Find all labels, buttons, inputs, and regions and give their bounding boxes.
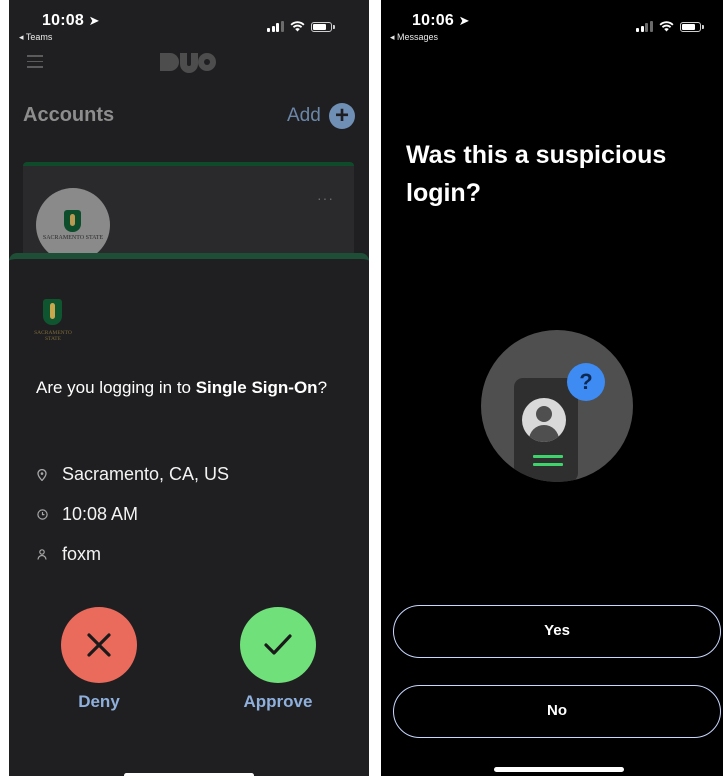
application-name: Single Sign-On	[195, 378, 318, 397]
wifi-icon	[290, 21, 304, 32]
approve-label[interactable]: Approve	[233, 692, 323, 712]
add-account-link[interactable]: Add	[287, 105, 321, 127]
duo-logo	[160, 53, 216, 73]
sac-state-logo: SACRAMENTO STATE	[34, 299, 72, 354]
time-text: 10:08 AM	[62, 504, 139, 524]
cellular-signal-icon	[636, 21, 653, 32]
wifi-icon	[659, 21, 673, 32]
deny-label[interactable]: Deny	[61, 692, 137, 712]
deny-button[interactable]	[61, 607, 137, 683]
location-arrow-icon: ➤	[88, 13, 100, 28]
location-text: Sacramento, CA, US	[62, 464, 230, 484]
account-avatar: SACRAMENTO STATE	[36, 188, 110, 262]
plus-icon: +	[334, 102, 349, 129]
location-row: Sacramento, CA, US	[36, 464, 229, 485]
suspicious-login-title: Was this a suspicious login?	[406, 141, 667, 207]
menu-icon[interactable]	[27, 55, 43, 72]
status-time: 10:06 ➤	[412, 12, 470, 30]
accounts-heading: Accounts	[23, 104, 115, 126]
time-row: 10:08 AM	[36, 504, 138, 525]
question-prefix: Are you logging in to	[36, 378, 196, 397]
duo-approval-screen: 10:08 ➤ ◂ Teams Accounts Add + ··· SACRA…	[9, 0, 369, 776]
suspicious-login-screen: 10:06 ➤ ◂ Messages Was this a suspicious…	[381, 0, 723, 776]
no-button[interactable]: No	[393, 685, 721, 738]
username-text: foxm	[62, 544, 102, 564]
user-icon	[36, 549, 48, 560]
status-time-text: 10:06	[412, 12, 454, 29]
home-indicator[interactable]	[494, 767, 624, 772]
logo-text: SACRAMENTO STATE	[34, 330, 72, 342]
add-account-button[interactable]: +	[329, 103, 355, 129]
login-question: Are you logging in to Single Sign-On?	[36, 374, 336, 401]
battery-icon	[679, 21, 704, 32]
unknown-user-illustration	[481, 330, 633, 482]
question-suffix: ?	[317, 378, 328, 397]
checkmark-icon	[264, 634, 292, 655]
status-time: 10:08 ➤	[42, 12, 100, 30]
accent-line	[533, 455, 563, 458]
clock-icon	[36, 509, 48, 520]
account-card[interactable]: ··· SACRAMENTO STATE	[23, 162, 354, 266]
back-to-app-link[interactable]: ◂ Teams	[19, 32, 52, 43]
more-options-icon[interactable]: ···	[317, 190, 334, 206]
approve-button[interactable]	[240, 607, 316, 683]
user-avatar-icon	[522, 398, 566, 442]
cellular-signal-icon	[267, 21, 284, 32]
status-icons	[636, 21, 704, 32]
login-request-sheet: SACRAMENTO STATE Are you logging in to S…	[9, 253, 369, 776]
user-row: foxm	[36, 544, 101, 565]
sac-state-crest-icon	[64, 210, 81, 232]
avatar-text: SACRAMENTO STATE	[42, 235, 104, 241]
accent-line	[533, 463, 563, 466]
location-pin-icon	[36, 468, 48, 481]
close-icon	[87, 633, 111, 657]
status-time-text: 10:08	[42, 12, 84, 29]
question-badge-icon: ?	[567, 363, 605, 401]
battery-icon	[310, 21, 335, 32]
location-arrow-icon: ➤	[458, 13, 470, 28]
status-icons	[267, 21, 335, 32]
sac-state-shield-icon	[43, 299, 62, 325]
back-to-app-link[interactable]: ◂ Messages	[390, 32, 438, 43]
yes-button[interactable]: Yes	[393, 605, 721, 658]
